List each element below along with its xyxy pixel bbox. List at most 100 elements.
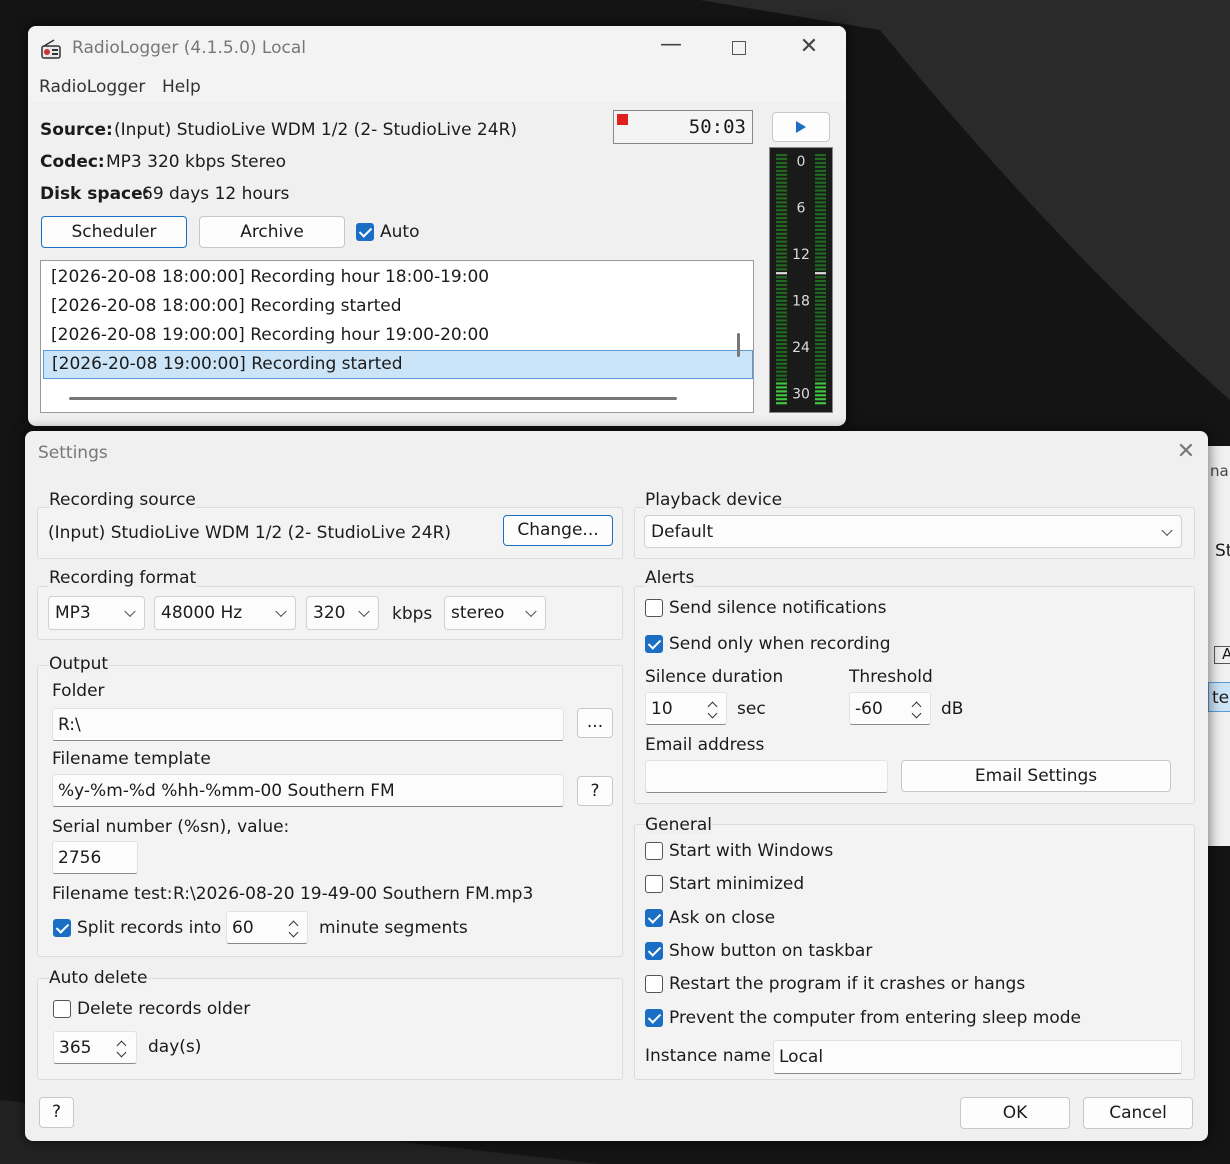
log-entry[interactable]: [2026-20-08 19:00:00] Recording started bbox=[43, 350, 753, 379]
general-option-label: Prevent the computer from entering sleep… bbox=[669, 1007, 1081, 1028]
playback-device-select[interactable]: Default bbox=[644, 515, 1182, 548]
meter-segment bbox=[776, 228, 787, 231]
split-minutes-spinner[interactable]: 60 bbox=[226, 911, 308, 944]
split-records-checkbox[interactable] bbox=[53, 919, 71, 937]
meter-segment bbox=[815, 189, 826, 192]
change-source-button[interactable]: Change... bbox=[503, 515, 613, 546]
template-help-button[interactable]: ? bbox=[577, 776, 613, 806]
meter-segment bbox=[776, 189, 787, 192]
meter-segment bbox=[815, 291, 826, 294]
meter-segment bbox=[776, 276, 787, 279]
delete-records-checkbox[interactable] bbox=[53, 1000, 71, 1018]
instance-name-field[interactable]: Local bbox=[773, 1040, 1182, 1074]
meter-segment bbox=[776, 402, 787, 405]
play-button[interactable] bbox=[772, 112, 830, 142]
meter-segment bbox=[776, 173, 787, 176]
log-entry[interactable]: [2026-20-08 18:00:00] Recording hour 18:… bbox=[43, 263, 753, 292]
channels-select[interactable]: stereo bbox=[444, 596, 546, 630]
source-label: Source: bbox=[40, 120, 113, 140]
meter-segment bbox=[815, 394, 826, 397]
silence-notifications-checkbox[interactable] bbox=[645, 599, 663, 617]
spin-down-icon[interactable] bbox=[288, 927, 299, 938]
meter-segment bbox=[776, 319, 787, 322]
general-option-label: Show button on taskbar bbox=[669, 940, 873, 961]
silence-duration-unit: sec bbox=[737, 699, 766, 719]
cancel-button[interactable]: Cancel bbox=[1083, 1097, 1193, 1129]
close-icon[interactable]: ✕ bbox=[794, 34, 824, 59]
threshold-unit: dB bbox=[941, 699, 964, 719]
meter-segment bbox=[815, 173, 826, 176]
split-minutes-value: 60 bbox=[232, 917, 254, 938]
menu-bar: RadioLogger Help bbox=[28, 72, 846, 102]
codec-select[interactable]: MP3 bbox=[48, 596, 145, 630]
general-option-checkbox[interactable] bbox=[645, 941, 663, 960]
folder-field[interactable]: R:\ bbox=[52, 708, 564, 741]
play-icon bbox=[796, 121, 806, 133]
general-option-checkbox[interactable] bbox=[645, 908, 663, 927]
meter-segment bbox=[815, 252, 826, 255]
settings-dialog: Settings ✕ Recording source (Input) Stud… bbox=[25, 431, 1208, 1141]
only-when-recording-checkbox[interactable] bbox=[645, 635, 663, 653]
meter-segment bbox=[815, 193, 826, 196]
threshold-spinner[interactable]: -60 bbox=[849, 692, 931, 725]
general-option-checkbox[interactable] bbox=[645, 975, 663, 994]
general-option-checkbox[interactable] bbox=[645, 842, 663, 860]
meter-segment bbox=[776, 323, 787, 326]
codec-select-value: MP3 bbox=[55, 603, 91, 623]
general-option-checkbox[interactable] bbox=[645, 875, 663, 894]
timer-value: 50:03 bbox=[688, 116, 746, 138]
meter-scale-label: 18 bbox=[792, 294, 810, 310]
meter-segment bbox=[815, 323, 826, 326]
meter-segment bbox=[776, 244, 787, 247]
meter-segment bbox=[815, 220, 826, 224]
archive-button[interactable]: Archive bbox=[199, 216, 345, 248]
help-button[interactable]: ? bbox=[39, 1097, 74, 1128]
ok-button[interactable]: OK bbox=[960, 1097, 1070, 1129]
spin-down-icon[interactable] bbox=[911, 708, 922, 719]
meter-segment bbox=[776, 327, 787, 330]
log-list[interactable]: [2026-20-08 18:00:00] Recording hour 18:… bbox=[40, 260, 754, 413]
meter-segment bbox=[776, 303, 787, 306]
bitrate-select[interactable]: 320 bbox=[306, 596, 379, 630]
auto-checkbox[interactable] bbox=[356, 223, 374, 241]
bitrate-value: 320 bbox=[313, 603, 346, 623]
email-settings-button[interactable]: Email Settings bbox=[901, 760, 1171, 792]
spin-down-icon[interactable] bbox=[116, 1047, 127, 1058]
general-option-label: Ask on close bbox=[669, 907, 776, 928]
meter-segment bbox=[815, 366, 826, 369]
title-bar[interactable]: RadioLogger (4.1.5.0) Local — ✕ bbox=[28, 26, 846, 72]
sample-rate-select[interactable]: 48000 Hz bbox=[154, 596, 296, 630]
scheduler-button[interactable]: Scheduler bbox=[41, 216, 187, 248]
meter-segment bbox=[815, 343, 826, 346]
log-entry[interactable]: [2026-20-08 19:00:00] Recording hour 19:… bbox=[43, 321, 753, 350]
delete-days-spinner[interactable]: 365 bbox=[53, 1031, 137, 1064]
menu-radiologger[interactable]: RadioLogger bbox=[39, 79, 145, 96]
meter-segment bbox=[815, 311, 826, 314]
email-address-field[interactable] bbox=[645, 760, 888, 793]
silence-duration-label: Silence duration bbox=[645, 667, 784, 687]
meter-segment bbox=[815, 287, 826, 291]
silence-duration-spinner[interactable]: 10 bbox=[645, 692, 727, 725]
meter-segment bbox=[815, 299, 826, 302]
serial-number-field[interactable]: 2756 bbox=[52, 841, 138, 874]
output-title: Output bbox=[49, 654, 109, 674]
silence-duration-value: 10 bbox=[651, 698, 673, 719]
vertical-scrollbar-thumb[interactable] bbox=[737, 333, 740, 357]
meter-segment bbox=[815, 382, 826, 385]
spin-down-icon[interactable] bbox=[707, 708, 718, 719]
filename-template-field[interactable]: %y-%m-%d %hh-%mm-00 Southern FM bbox=[52, 774, 564, 807]
recording-format-title: Recording format bbox=[49, 568, 197, 588]
horizontal-scrollbar-thumb[interactable] bbox=[69, 397, 677, 400]
general-option-checkbox[interactable] bbox=[645, 1008, 663, 1027]
meter-segment bbox=[776, 157, 787, 161]
log-entry[interactable]: [2026-20-08 18:00:00] Recording started bbox=[43, 292, 753, 321]
browse-folder-button[interactable]: ... bbox=[577, 708, 613, 738]
chevron-down-icon bbox=[1161, 524, 1173, 536]
menu-help[interactable]: Help bbox=[162, 79, 201, 96]
meter-segment bbox=[815, 374, 826, 377]
maximize-icon[interactable] bbox=[732, 41, 746, 55]
serial-number-label: Serial number (%sn), value: bbox=[52, 817, 290, 837]
minimize-icon[interactable]: — bbox=[656, 32, 686, 57]
settings-close-icon[interactable]: ✕ bbox=[1171, 439, 1201, 464]
chevron-down-icon bbox=[124, 605, 136, 618]
